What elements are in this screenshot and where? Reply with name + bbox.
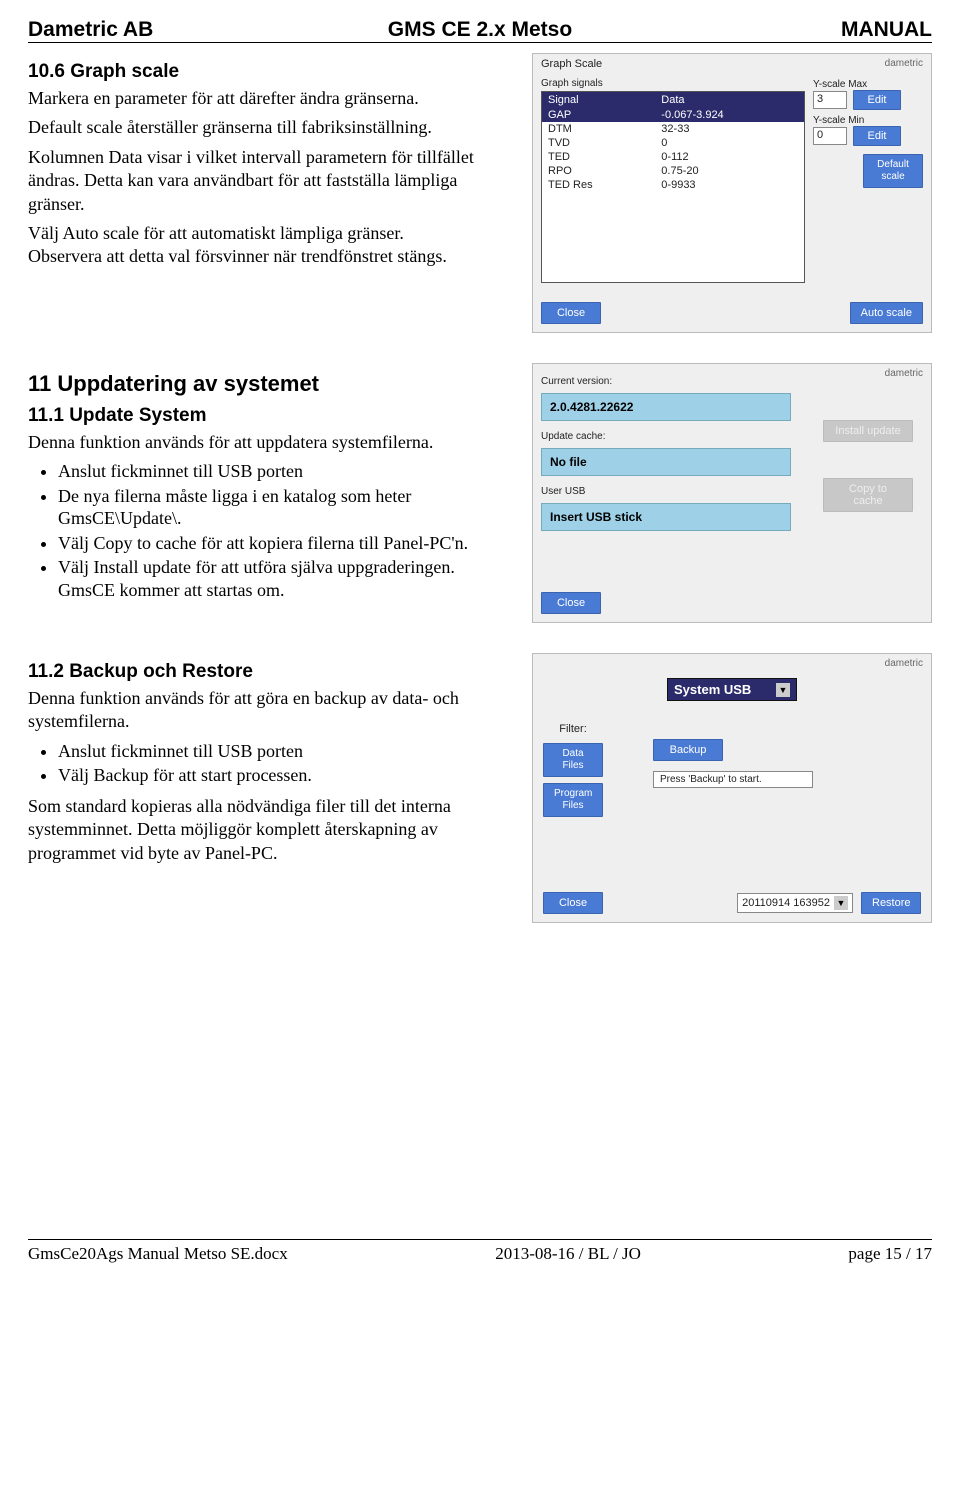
heading-11-1: 11.1 Update System bbox=[28, 405, 478, 427]
backup-button[interactable]: Backup bbox=[653, 739, 723, 761]
footer-rule bbox=[28, 1239, 932, 1240]
header-left: Dametric AB bbox=[28, 18, 329, 42]
filter-label: Filter: bbox=[559, 723, 587, 735]
current-version-label: Current version: bbox=[541, 372, 813, 387]
edit-max-button[interactable]: Edit bbox=[853, 90, 901, 110]
list-item: Välj Install update för att utföra själv… bbox=[58, 556, 478, 601]
table-row[interactable]: GAP-0.067-3.924 bbox=[542, 108, 805, 122]
status-text: Press 'Backup' to start. bbox=[653, 771, 813, 788]
s106-p1: Markera en parameter för att därefter än… bbox=[28, 87, 478, 110]
list-item: Välj Backup för att start processen. bbox=[58, 764, 478, 787]
header-center: GMS CE 2.x Metso bbox=[329, 18, 630, 42]
s111-p1: Denna funktion används för att uppdatera… bbox=[28, 431, 478, 454]
brand-label: dametric bbox=[885, 658, 923, 669]
col-data: Data bbox=[655, 92, 804, 109]
update-cache-label: Update cache: bbox=[541, 427, 813, 442]
footer-right: page 15 / 17 bbox=[848, 1244, 932, 1264]
s112-p2: Som standard kopieras alla nödvändiga fi… bbox=[28, 795, 478, 865]
update-panel: dametric Current version: 2.0.4281.22622… bbox=[532, 363, 932, 623]
ymin-label: Y-scale Min bbox=[813, 115, 864, 126]
update-cache-value: No file bbox=[541, 448, 791, 476]
ymin-input[interactable]: 0 bbox=[813, 127, 847, 145]
list-item: Anslut fickminnet till USB porten bbox=[58, 460, 478, 483]
header-right: MANUAL bbox=[631, 18, 932, 42]
page-footer: GmsCe20Ags Manual Metso SE.docx 2013-08-… bbox=[28, 1244, 932, 1264]
timestamp-dropdown[interactable]: 20110914 163952 ▼ bbox=[737, 893, 853, 913]
footer-center: 2013-08-16 / BL / JO bbox=[495, 1244, 641, 1264]
default-scale-button[interactable]: Default scale bbox=[863, 154, 923, 188]
brand-label: dametric bbox=[885, 58, 923, 69]
close-button[interactable]: Close bbox=[541, 302, 601, 324]
close-button[interactable]: Close bbox=[541, 592, 601, 614]
heading-10-6: 10.6 Graph scale bbox=[28, 61, 478, 83]
heading-11: 11 Uppdatering av systemet bbox=[28, 371, 478, 397]
user-usb-label: User USB bbox=[541, 482, 813, 497]
list-item: Välj Copy to cache för att kopiera filer… bbox=[58, 532, 478, 555]
footer-left: GmsCe20Ags Manual Metso SE.docx bbox=[28, 1244, 288, 1264]
page-header: Dametric AB GMS CE 2.x Metso MANUAL bbox=[28, 18, 932, 42]
timestamp-value: 20110914 163952 bbox=[742, 897, 830, 909]
s112-p1: Denna funktion används för att göra en b… bbox=[28, 687, 478, 734]
list-item: Anslut fickminnet till USB porten bbox=[58, 740, 478, 763]
close-button[interactable]: Close bbox=[543, 892, 603, 914]
col-signal: Signal bbox=[542, 92, 656, 109]
target-dropdown[interactable]: System USB ▼ bbox=[667, 678, 797, 701]
backup-panel: dametric System USB ▼ Filter: Data Files… bbox=[532, 653, 932, 923]
chevron-down-icon: ▼ bbox=[776, 683, 790, 697]
program-files-button[interactable]: Program Files bbox=[543, 783, 603, 817]
table-row[interactable]: TED Res0-9933 bbox=[542, 178, 805, 192]
s106-p4: Välj Auto scale för att automatiskt lämp… bbox=[28, 222, 478, 269]
s106-p2: Default scale återställer gränserna till… bbox=[28, 116, 478, 139]
graph-signals-label: Graph signals bbox=[541, 78, 805, 89]
install-update-button[interactable]: Install update bbox=[823, 420, 913, 442]
user-usb-value: Insert USB stick bbox=[541, 503, 791, 531]
panel-title: Graph Scale bbox=[533, 54, 931, 74]
edit-min-button[interactable]: Edit bbox=[853, 126, 901, 146]
current-version-value: 2.0.4281.22622 bbox=[541, 393, 791, 421]
graph-scale-panel: dametric Graph Scale Graph signals Signa… bbox=[532, 53, 932, 333]
copy-to-cache-button[interactable]: Copy to cache bbox=[823, 478, 913, 512]
header-rule bbox=[28, 42, 932, 43]
signal-table[interactable]: Signal Data GAP-0.067-3.924 DTM32-33 TVD… bbox=[541, 91, 805, 283]
table-row[interactable]: TED0-112 bbox=[542, 150, 805, 164]
chevron-down-icon: ▼ bbox=[834, 896, 848, 910]
list-item: De nya filerna måste ligga i en katalog … bbox=[58, 485, 478, 530]
brand-label: dametric bbox=[885, 368, 923, 379]
s106-p3: Kolumnen Data visar i vilket intervall p… bbox=[28, 146, 478, 216]
ymax-input[interactable]: 3 bbox=[813, 91, 847, 109]
table-row[interactable]: RPO0.75-20 bbox=[542, 164, 805, 178]
auto-scale-button[interactable]: Auto scale bbox=[850, 302, 923, 324]
target-value: System USB bbox=[674, 682, 751, 697]
ymax-label: Y-scale Max bbox=[813, 79, 867, 90]
heading-11-2: 11.2 Backup och Restore bbox=[28, 661, 478, 683]
table-row[interactable]: TVD0 bbox=[542, 136, 805, 150]
restore-button[interactable]: Restore bbox=[861, 892, 921, 914]
table-row[interactable]: DTM32-33 bbox=[542, 122, 805, 136]
data-files-button[interactable]: Data Files bbox=[543, 743, 603, 777]
